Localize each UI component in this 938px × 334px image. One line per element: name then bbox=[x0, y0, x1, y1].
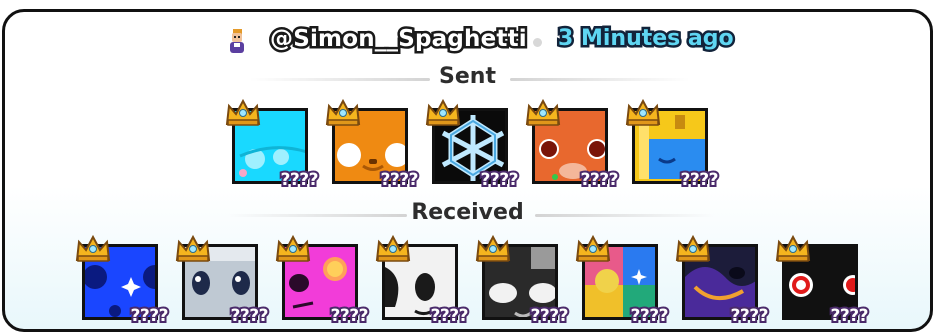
received-pet[interactable]: ???? bbox=[675, 234, 771, 328]
sent-pet[interactable]: ???? bbox=[525, 98, 621, 192]
crown-icon bbox=[325, 98, 361, 126]
crown-icon bbox=[625, 98, 661, 126]
divider-right bbox=[510, 78, 690, 81]
crown-icon bbox=[275, 234, 311, 262]
received-pet[interactable]: ???? bbox=[75, 234, 171, 328]
sent-pet[interactable]: ???? bbox=[425, 98, 521, 192]
trade-card: @Simon__Spaghetti 3 Minutes ago Sent ???… bbox=[2, 9, 933, 332]
roblox-avatar-icon[interactable] bbox=[224, 28, 250, 54]
divider-right bbox=[535, 214, 715, 217]
received-pet[interactable]: ???? bbox=[575, 234, 671, 328]
sent-pet[interactable]: ???? bbox=[325, 98, 421, 192]
quantity-label: ???? bbox=[679, 168, 721, 192]
sent-section-title: Sent bbox=[5, 64, 930, 92]
quantity-label: ???? bbox=[329, 304, 371, 328]
quantity-label: ???? bbox=[479, 168, 521, 192]
trade-header: @Simon__Spaghetti 3 Minutes ago bbox=[5, 24, 930, 56]
quantity-label: ???? bbox=[579, 168, 621, 192]
received-title-text: Received bbox=[411, 200, 524, 225]
crown-icon bbox=[675, 234, 711, 262]
quantity-label: ???? bbox=[279, 168, 321, 192]
quantity-label: ???? bbox=[629, 304, 671, 328]
received-pet[interactable]: ???? bbox=[775, 234, 871, 328]
quantity-label: ???? bbox=[229, 304, 271, 328]
sent-pet[interactable]: ???? bbox=[225, 98, 321, 192]
received-pet[interactable]: ???? bbox=[275, 234, 371, 328]
sent-title-text: Sent bbox=[439, 64, 496, 89]
quantity-label: ???? bbox=[429, 304, 471, 328]
username[interactable]: @Simon__Spaghetti bbox=[268, 24, 530, 56]
crown-icon bbox=[525, 98, 561, 126]
crown-icon bbox=[575, 234, 611, 262]
crown-icon bbox=[175, 234, 211, 262]
separator-dot bbox=[533, 38, 542, 47]
quantity-label: ???? bbox=[729, 304, 771, 328]
received-pet[interactable]: ???? bbox=[475, 234, 571, 328]
received-section-title: Received bbox=[5, 200, 930, 228]
sent-pet[interactable]: ???? bbox=[625, 98, 721, 192]
crown-icon bbox=[75, 234, 111, 262]
quantity-label: ???? bbox=[129, 304, 171, 328]
received-pet[interactable]: ???? bbox=[175, 234, 271, 328]
divider-left bbox=[250, 78, 430, 81]
quantity-label: ???? bbox=[529, 304, 571, 328]
crown-icon bbox=[475, 234, 511, 262]
quantity-label: ???? bbox=[829, 304, 871, 328]
crown-icon bbox=[375, 234, 411, 262]
crown-icon bbox=[425, 98, 461, 126]
divider-left bbox=[227, 214, 407, 217]
received-pet[interactable]: ???? bbox=[375, 234, 471, 328]
crown-icon bbox=[775, 234, 811, 262]
quantity-label: ???? bbox=[379, 168, 421, 192]
crown-icon bbox=[225, 98, 261, 126]
trade-timestamp: 3 Minutes ago bbox=[556, 24, 737, 54]
